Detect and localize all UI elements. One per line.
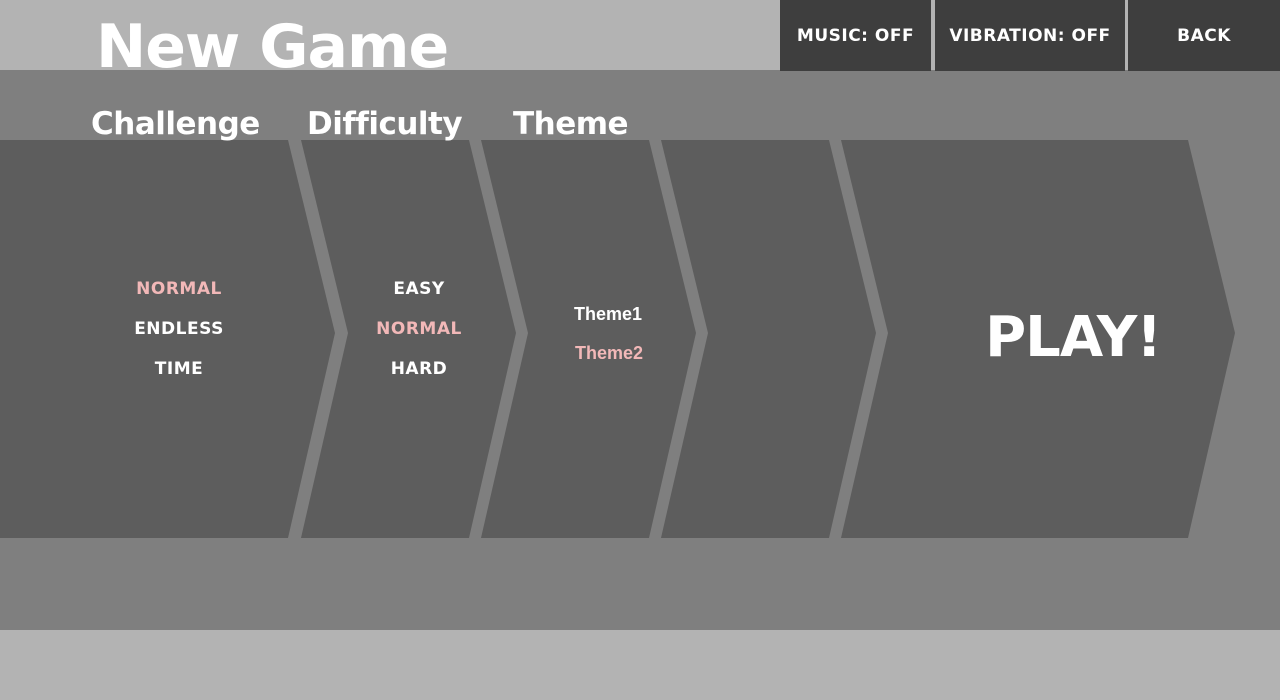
difficulty-option-normal[interactable]: NORMAL — [376, 319, 462, 339]
theme-header: Theme — [513, 106, 629, 142]
theme-option-theme2[interactable]: Theme2 — [575, 343, 643, 364]
difficulty-option-easy[interactable]: EASY — [393, 279, 444, 299]
challenge-panel — [0, 140, 335, 538]
difficulty-header: Difficulty — [307, 106, 463, 142]
play-button[interactable]: PLAY! — [985, 305, 1162, 370]
challenge-option-endless[interactable]: ENDLESS — [134, 319, 224, 339]
theme-option-theme1[interactable]: Theme1 — [574, 304, 642, 325]
challenge-option-time[interactable]: TIME — [155, 359, 203, 379]
difficulty-option-hard[interactable]: HARD — [391, 359, 448, 379]
challenge-header: Challenge — [91, 106, 260, 142]
challenge-option-normal[interactable]: NORMAL — [136, 279, 222, 299]
